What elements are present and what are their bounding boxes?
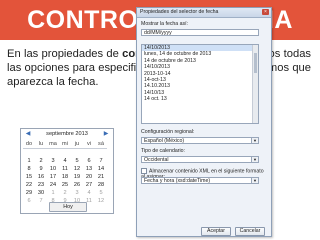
calendar-day[interactable]: 10 <box>47 165 59 173</box>
calendar-day[interactable]: 11 <box>59 165 71 173</box>
region-select-value: Español (México) <box>144 138 185 144</box>
calendar-day[interactable]: 5 <box>95 189 107 197</box>
dialog-titlebar: Propiedades del selector de fecha × <box>137 8 271 18</box>
dialog-title: Propiedades del selector de fecha <box>140 9 219 15</box>
region-label: Configuración regional: <box>141 129 195 135</box>
calendar-day[interactable]: 12 <box>95 197 107 205</box>
xml-format-value: Fecha y hora (xsd:dateTime) <box>144 178 211 184</box>
close-icon[interactable]: × <box>262 9 269 15</box>
format-label: Mostrar la fecha así: <box>141 21 188 27</box>
intro-text-before: En las propiedades de <box>7 48 123 60</box>
calendar-day[interactable]: 30 <box>35 189 47 197</box>
calendar-day[interactable]: 3 <box>47 157 59 165</box>
calendar-day[interactable]: 5 <box>71 157 83 165</box>
accept-button[interactable]: Aceptar <box>201 227 231 236</box>
cancel-button[interactable]: Cancelar <box>235 227 265 236</box>
calendar-day[interactable]: 26 <box>71 181 83 189</box>
calendar-day[interactable]: 16 <box>35 173 47 181</box>
weekday-header: vi <box>83 140 95 149</box>
format-option[interactable]: 14 oct. 13 <box>142 96 258 102</box>
calendar-day-grid[interactable]: do lu ma mi ju vi sá 1 2 3 4 5 6 7 8 9 10 11 12 13 14 15 16 17 1… <box>23 140 111 205</box>
format-listbox[interactable]: 14/10/2013 lunes, 14 de octubre de 2013 14… <box>141 44 259 124</box>
xml-format-checkbox[interactable] <box>141 168 147 174</box>
weekday-header: ma <box>47 140 59 149</box>
calendar-day[interactable]: 1 <box>23 157 35 165</box>
calendar-day[interactable]: 18 <box>59 173 71 181</box>
calendar-day[interactable]: 4 <box>83 189 95 197</box>
chevron-right-icon[interactable]: ▶ <box>102 130 110 139</box>
calendar-day[interactable]: 24 <box>47 181 59 189</box>
calendar-header: ◀ septiembre 2013 ▶ <box>21 130 113 139</box>
calendar-day <box>47 149 59 157</box>
calendar-day[interactable]: 15 <box>23 173 35 181</box>
calendar-day[interactable]: 9 <box>35 165 47 173</box>
chevron-down-icon[interactable]: ▼ <box>251 138 258 143</box>
weekday-header: lu <box>35 140 47 149</box>
calendar-day <box>95 149 107 157</box>
calendar-day <box>35 149 47 157</box>
calendar-day <box>83 149 95 157</box>
calendar-day <box>23 149 35 157</box>
calendar-day[interactable]: 13 <box>83 165 95 173</box>
calendar-day[interactable]: 2 <box>35 157 47 165</box>
chevron-down-icon[interactable]: ▼ <box>251 178 258 183</box>
weekday-header: do <box>23 140 35 149</box>
calendar-day[interactable]: 8 <box>23 165 35 173</box>
calendar-day[interactable]: 21 <box>95 173 107 181</box>
chevron-down-icon[interactable]: ▼ <box>251 157 258 162</box>
calendar-day[interactable]: 1 <box>47 189 59 197</box>
calendar-day[interactable]: 4 <box>59 157 71 165</box>
calendar-day[interactable]: 22 <box>23 181 35 189</box>
calendar-popup[interactable]: ◀ septiembre 2013 ▶ do lu ma mi ju vi sá 1 2 3 4 5 6… <box>20 128 114 214</box>
weekday-header: sá <box>95 140 107 149</box>
weekday-header: ju <box>71 140 83 149</box>
calendar-day[interactable]: 2 <box>59 189 71 197</box>
calendar-type-label: Tipo de calendario: <box>141 148 185 154</box>
calendar-type-select[interactable]: Occidental ▼ <box>141 156 259 163</box>
calendar-day[interactable]: 6 <box>83 157 95 165</box>
calendar-type-value: Occidental <box>144 157 169 163</box>
calendar-day[interactable]: 6 <box>23 197 35 205</box>
calendar-day[interactable]: 23 <box>35 181 47 189</box>
today-button[interactable]: Hoy <box>49 202 87 212</box>
format-input[interactable]: dd/MM/yyyy <box>141 29 259 36</box>
calendar-day[interactable]: 7 <box>95 157 107 165</box>
calendar-day[interactable]: 25 <box>59 181 71 189</box>
chevron-left-icon[interactable]: ◀ <box>24 130 32 139</box>
calendar-day[interactable]: 12 <box>71 165 83 173</box>
date-picker-properties-dialog: Propiedades del selector de fecha × Most… <box>136 7 272 237</box>
calendar-day[interactable]: 28 <box>95 181 107 189</box>
calendar-month-label: septiembre 2013 <box>46 131 88 137</box>
weekday-header: mi <box>59 140 71 149</box>
calendar-day[interactable]: 17 <box>47 173 59 181</box>
calendar-day <box>59 149 71 157</box>
calendar-day[interactable]: 29 <box>23 189 35 197</box>
xml-format-select[interactable]: Fecha y hora (xsd:dateTime) ▼ <box>141 177 259 184</box>
listbox-scrollbar[interactable] <box>252 45 258 123</box>
calendar-day[interactable]: 14 <box>95 165 107 173</box>
region-select[interactable]: Español (México) ▼ <box>141 137 259 144</box>
calendar-day[interactable]: 19 <box>71 173 83 181</box>
calendar-day[interactable]: 20 <box>83 173 95 181</box>
calendar-day <box>71 149 83 157</box>
calendar-day[interactable]: 27 <box>83 181 95 189</box>
calendar-day[interactable]: 3 <box>71 189 83 197</box>
calendar-day[interactable]: 7 <box>35 197 47 205</box>
